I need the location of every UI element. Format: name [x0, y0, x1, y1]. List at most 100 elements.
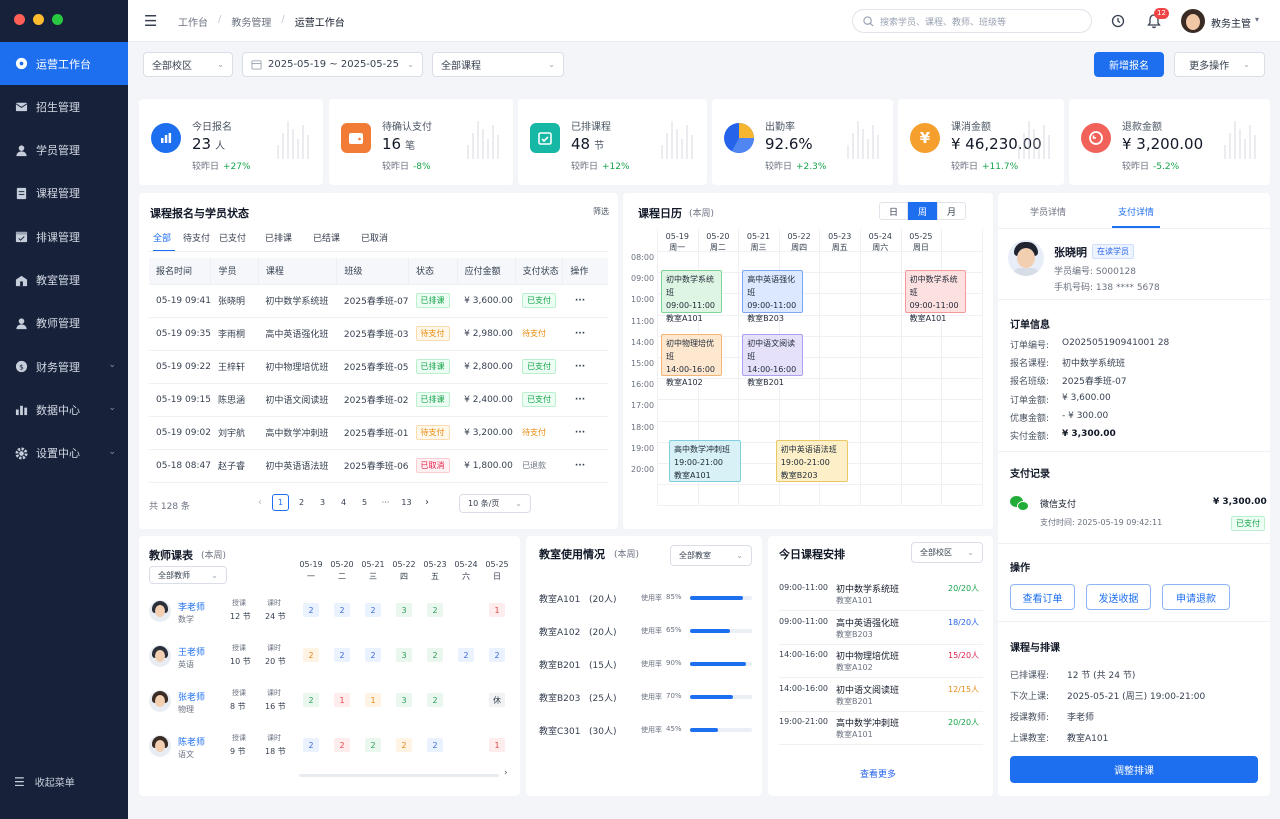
close-window-button[interactable] [14, 14, 25, 25]
teacher-day-count[interactable]: 2 [365, 603, 381, 617]
detail-tab-payment[interactable]: 支付详情 [1112, 205, 1161, 228]
page-button[interactable]: ··· [377, 494, 394, 511]
send-receipt-button[interactable]: 发送收据 [1086, 584, 1151, 610]
teacher-day-count[interactable]: 2 [303, 693, 319, 707]
teacher-day-count[interactable]: 2 [365, 738, 381, 752]
tab-completed[interactable]: 已结课 [313, 231, 361, 252]
teacher-day-count[interactable]: 2 [303, 603, 319, 617]
calendar-event[interactable]: 初中数学系统班 09:00-11:00 教室A101 [904, 270, 966, 323]
sidebar-item-enrollment[interactable]: 招生管理 [0, 85, 128, 128]
more-actions-icon[interactable]: ··· [562, 416, 608, 450]
calendar-event[interactable]: 高中英语强化班 09:00-11:00 教室B203 [742, 270, 804, 323]
teacher-day-count[interactable]: 1 [365, 693, 381, 707]
teacher-day-count[interactable]: 2 [334, 603, 350, 617]
campus-select[interactable]: 全部校区 ⌄ [143, 52, 233, 77]
teacher-day-count[interactable]: 2 [427, 693, 443, 707]
enroll-student[interactable]: 刘宇航 [210, 416, 259, 450]
teacher-day-count[interactable]: 1 [334, 693, 350, 707]
clock-icon[interactable] [1111, 14, 1125, 28]
teacher-day-count[interactable]: 2 [303, 648, 319, 662]
stat-card[interactable]: 已排课程 48 节较昨日 +12% [518, 99, 707, 185]
view-day-button[interactable]: 日 [879, 202, 908, 220]
calendar-event[interactable]: 初中物理培优班 14:00-16:00 教室A102 [661, 333, 722, 387]
more-actions-icon[interactable]: ··· [562, 317, 608, 351]
stat-card[interactable]: 今日报名 23 人较昨日 +27% [139, 99, 323, 185]
page-size-select[interactable]: 10 条/页 ⌄ [459, 494, 531, 513]
enroll-student[interactable]: 王梓轩 [210, 350, 259, 384]
teacher-day-count[interactable]: 2 [334, 648, 350, 662]
teacher-day-count[interactable]: 2 [396, 738, 412, 752]
teacher-day-count[interactable]: 2 [489, 648, 505, 662]
page-button[interactable]: 1 [272, 494, 289, 511]
page-button[interactable]: 13 [398, 494, 415, 511]
stat-card[interactable]: 退款金额 ¥ 3,200.00 较昨日 -5.2% [1069, 99, 1270, 185]
table-row[interactable]: 05-19 09:41 张晓明 初中数学系统班 2025春季班-07 已排课 ¥ 3,60… [149, 284, 608, 318]
breadcrumb-item[interactable]: 教务管理 [231, 14, 271, 29]
enroll-student[interactable]: 赵子睿 [210, 449, 259, 483]
tab-all[interactable]: 全部 [153, 231, 175, 252]
teacher-day-count[interactable]: 1 [489, 603, 505, 617]
table-row[interactable]: 05-18 08:47 赵子睿 初中英语语法班 2025春季班-06 已取消 ¥ 1,80… [149, 449, 608, 483]
tab-cancelled[interactable]: 已取消 [361, 231, 401, 252]
stat-card[interactable]: ¥ 课消金额 ¥ 46,230.00 较昨日 +11.7% [898, 99, 1064, 185]
table-row[interactable]: 05-19 09:02 刘宇航 高中数学冲刺班 2025春季班-01 待支付 ¥ 3,20… [149, 416, 608, 450]
more-actions-icon[interactable]: ··· [562, 449, 608, 483]
teacher-day-count[interactable]: 2 [334, 738, 350, 752]
tab-pending-payment[interactable]: 待支付 [183, 231, 219, 252]
view-month-button[interactable]: 月 [937, 202, 966, 220]
breadcrumb-item[interactable]: 工作台 [178, 14, 208, 29]
table-row[interactable]: 05-19 09:15 陈思涵 初中语文阅读班 2025春季班-02 已排课 ¥ 2,40… [149, 383, 608, 417]
more-actions-icon[interactable]: ··· [562, 350, 608, 384]
teacher-filter-select[interactable]: 全部教师 ⌄ [149, 566, 227, 584]
page-button[interactable]: 4 [335, 494, 352, 511]
today-campus-select[interactable]: 全部校区 ⌄ [911, 542, 983, 563]
enroll-student[interactable]: 张晓明 [210, 284, 259, 318]
teacher-day-count[interactable]: 2 [365, 648, 381, 662]
enroll-student[interactable]: 李雨桐 [210, 317, 259, 351]
sidebar-item-data-center[interactable]: 数据中心 ⌄ [0, 388, 128, 431]
teacher-day-count[interactable]: 3 [396, 648, 412, 662]
search-input[interactable]: 搜索学员、课程、教师、班级等 [852, 9, 1092, 33]
calendar-event[interactable]: 高中数学冲刺班 19:00-21:00 教室A101 [669, 439, 741, 483]
horizontal-scrollbar[interactable] [299, 774, 499, 777]
page-button[interactable]: 3 [314, 494, 331, 511]
adjust-schedule-button[interactable]: 调整排课 [1010, 756, 1258, 783]
class-course[interactable]: 初中语文阅读班 [836, 683, 899, 696]
teacher-day-count[interactable]: 2 [427, 738, 443, 752]
enroll-student[interactable]: 陈思涵 [210, 383, 259, 417]
maximize-window-button[interactable] [52, 14, 63, 25]
teacher-name[interactable]: 陈老师 [178, 735, 205, 748]
teacher-name[interactable]: 张老师 [178, 690, 205, 703]
page-button[interactable]: 5 [356, 494, 373, 511]
sidebar-item-dashboard[interactable]: 运营工作台 [0, 42, 128, 85]
sidebar-item-courses[interactable]: 课程管理 [0, 172, 128, 215]
teacher-day-count[interactable]: 2 [427, 648, 443, 662]
page-button[interactable]: 2 [293, 494, 310, 511]
sidebar-item-students[interactable]: 学员管理 [0, 129, 128, 172]
calendar-event[interactable]: 初中数学系统班 09:00-11:00 教室A101 [661, 270, 722, 323]
teacher-name[interactable]: 李老师 [178, 600, 205, 613]
teacher-day-count[interactable]: 2 [303, 738, 319, 752]
more-actions-button[interactable]: 更多操作 ⌄ [1174, 52, 1265, 77]
class-course[interactable]: 高中数学冲刺班 [836, 716, 899, 729]
teacher-day-count[interactable]: 2 [427, 603, 443, 617]
sidebar-item-scheduling[interactable]: 排课管理 [0, 215, 128, 258]
teacher-day-count[interactable]: 3 [396, 603, 412, 617]
room-filter-select[interactable]: 全部教室 ⌄ [670, 545, 752, 566]
collapse-menu-button[interactable]: ☰ 收起菜单 [14, 774, 75, 790]
detail-tab-student[interactable]: 学员详情 [1024, 205, 1072, 228]
stat-card[interactable]: 出勤率 92.6% 较昨日 +2.3% [712, 99, 893, 185]
teacher-day-count[interactable]: 休 [489, 693, 505, 707]
teacher-day-count[interactable]: 2 [458, 648, 474, 662]
scroll-right-icon[interactable]: › [504, 768, 508, 778]
sidebar-item-teachers[interactable]: 教师管理 [0, 302, 128, 345]
calendar-event[interactable]: 初中语文阅读班 14:00-16:00 教室B201 [742, 333, 804, 387]
more-actions-icon[interactable]: ··· [562, 383, 608, 417]
new-enrollment-button[interactable]: 新增报名 [1094, 52, 1164, 77]
course-select[interactable]: 全部课程 ⌄ [432, 52, 564, 77]
filter-link[interactable]: 筛选 [593, 206, 609, 217]
table-row[interactable]: 05-19 09:22 王梓轩 初中物理培优班 2025春季班-05 已排课 ¥ 2,80… [149, 350, 608, 384]
user-name[interactable]: 教务主管 [1211, 15, 1251, 30]
view-order-button[interactable]: 查看订单 [1010, 584, 1075, 610]
calendar-event[interactable]: 初中英语语法班 19:00-21:00 教室B203 [775, 439, 848, 483]
